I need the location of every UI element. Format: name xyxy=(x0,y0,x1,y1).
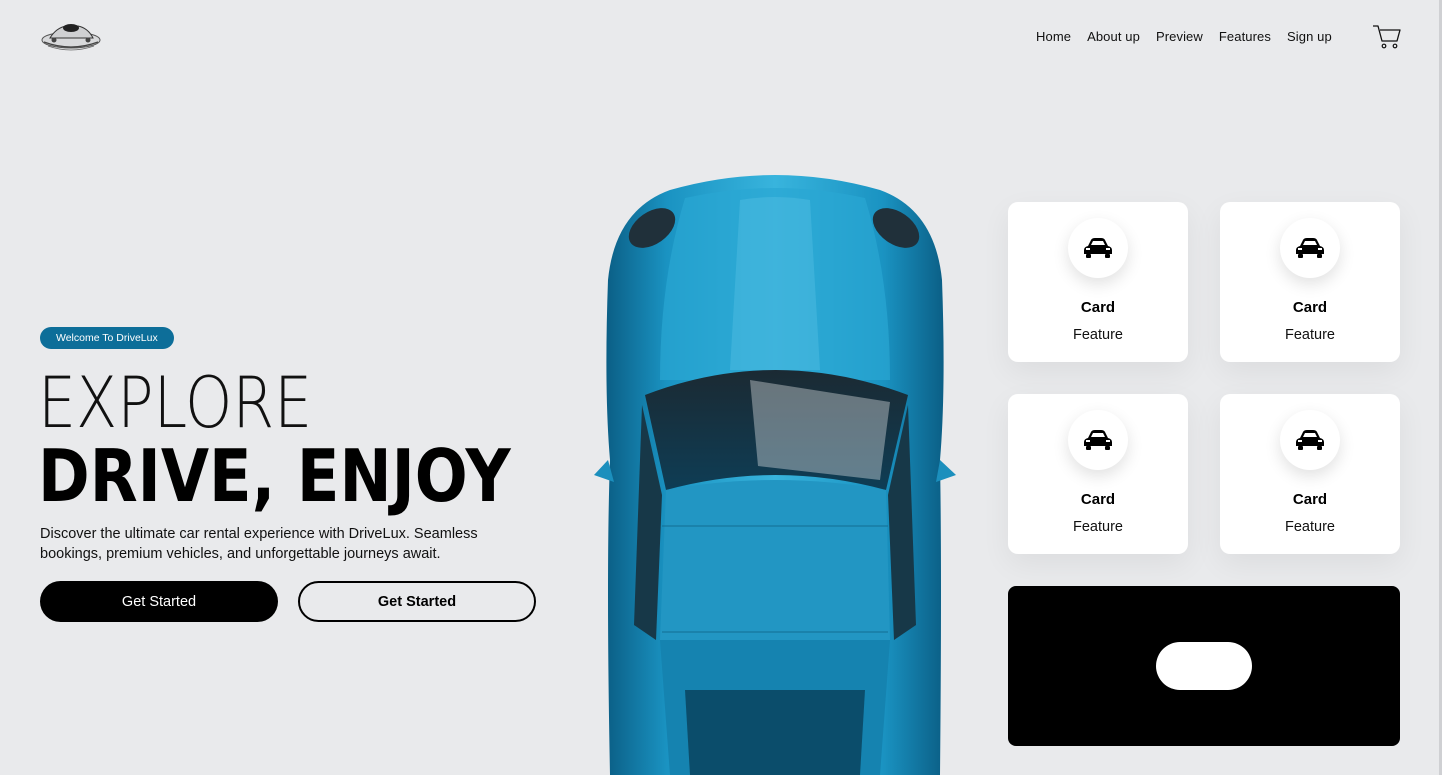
car-icon xyxy=(1296,238,1324,258)
nav-home[interactable]: Home xyxy=(1036,29,1071,44)
card-icon-wrapper xyxy=(1068,410,1128,470)
card-subtitle: Feature xyxy=(1285,327,1335,343)
promo-panel xyxy=(1008,586,1400,746)
car-logo-icon[interactable] xyxy=(40,18,102,54)
card-icon-wrapper xyxy=(1280,410,1340,470)
shopping-cart-icon[interactable] xyxy=(1372,24,1402,50)
card-subtitle: Feature xyxy=(1073,519,1123,535)
car-icon xyxy=(1084,430,1112,450)
car-top-view-image xyxy=(594,175,956,775)
feature-card[interactable]: Card Feature xyxy=(1008,394,1188,554)
car-icon xyxy=(1296,430,1324,450)
nav-preview[interactable]: Preview xyxy=(1156,29,1203,44)
card-subtitle: Feature xyxy=(1285,519,1335,535)
card-title: Card xyxy=(1080,491,1116,508)
hero-description: Discover the ultimate car rental experie… xyxy=(40,526,478,562)
nav-features[interactable]: Features xyxy=(1219,29,1271,44)
promo-pill-button[interactable] xyxy=(1156,642,1252,690)
nav-about[interactable]: About up xyxy=(1087,29,1140,44)
main-nav: Home About up Preview Features Sign up xyxy=(1036,29,1332,44)
nav-signup[interactable]: Sign up xyxy=(1287,29,1332,44)
landing-page: Home About up Preview Features Sign up W… xyxy=(0,0,1442,775)
card-icon-wrapper xyxy=(1280,218,1340,278)
card-title: Card xyxy=(1292,491,1328,508)
card-title: Card xyxy=(1080,299,1116,316)
headline-drive-enjoy: DRIVE, ENJOY xyxy=(38,434,511,518)
feature-card[interactable]: Card Feature xyxy=(1008,202,1188,362)
feature-card[interactable]: Card Feature xyxy=(1220,394,1400,554)
feature-card[interactable]: Card Feature xyxy=(1220,202,1400,362)
car-icon xyxy=(1084,238,1112,258)
card-subtitle: Feature xyxy=(1073,327,1123,343)
get-started-outline-button[interactable]: Get Started xyxy=(298,581,536,622)
get-started-button[interactable]: Get Started xyxy=(40,581,278,622)
welcome-badge: Welcome To DriveLux xyxy=(40,327,174,349)
card-icon-wrapper xyxy=(1068,218,1128,278)
card-title: Card xyxy=(1292,299,1328,316)
headline-explore: EXPLORE xyxy=(38,362,313,444)
